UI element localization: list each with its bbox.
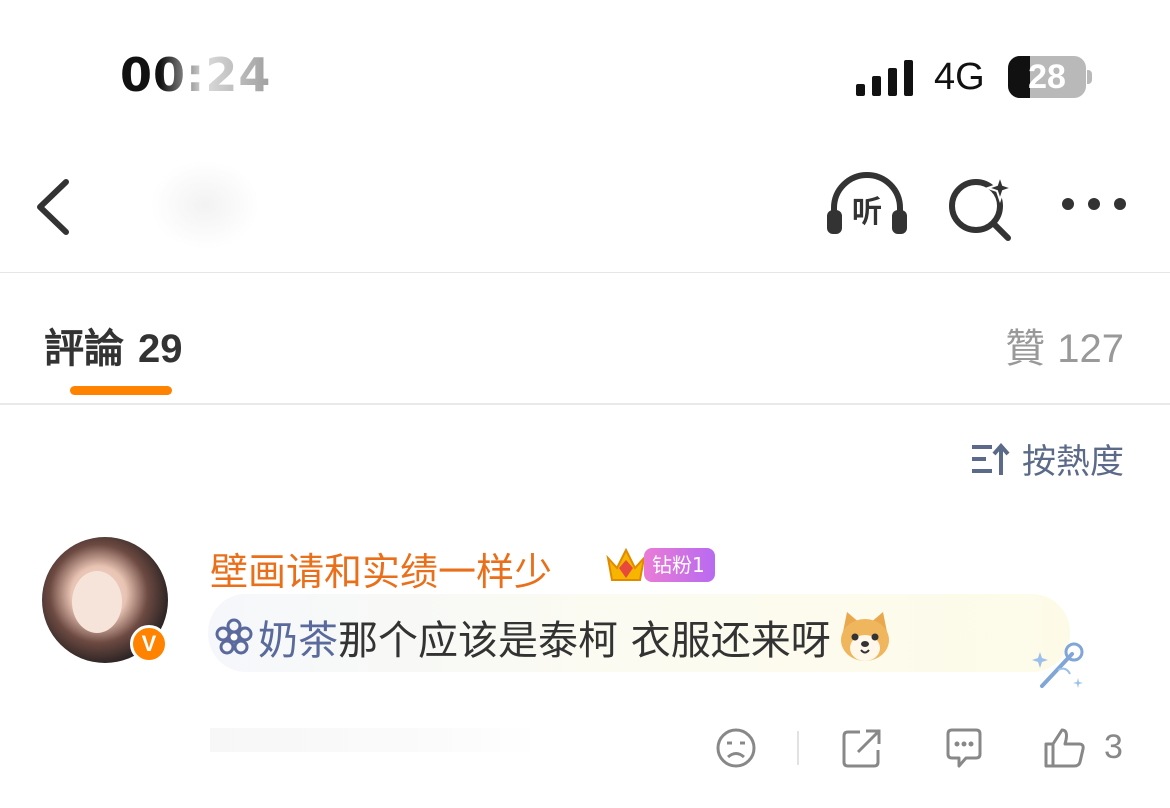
sort-icon [972, 442, 1010, 475]
tab-comments-count: 29 [138, 327, 183, 371]
battery-level: 28 [1028, 58, 1066, 96]
active-tab-indicator [70, 386, 172, 395]
like-count: 3 [1104, 728, 1123, 766]
ai-search-icon[interactable] [946, 172, 1018, 242]
tab-comments[interactable]: 評論 29 [44, 316, 183, 374]
headphones-icon: 听 [827, 172, 907, 234]
listen-button[interactable]: 听 [824, 172, 910, 242]
tab-likes-label: 贊 [1005, 326, 1046, 372]
cellular-signal-icon [856, 60, 913, 96]
magic-wand-icon [1032, 642, 1084, 688]
crown-icon [606, 547, 646, 581]
sort-label: 按熱度 [1022, 442, 1124, 482]
divider [0, 403, 1170, 405]
listen-label: 听 [852, 195, 882, 230]
dislike-face-icon[interactable] [714, 726, 758, 770]
back-arrow-icon[interactable] [30, 176, 78, 238]
comment-text: 那个应该是泰柯 衣服还来呀 [338, 618, 831, 664]
tab-likes[interactable]: 贊 127 [1005, 316, 1124, 374]
blurred-title [150, 160, 260, 250]
mention-link[interactable]: 奶茶 [258, 608, 338, 666]
battery-icon: 28 [1008, 56, 1086, 98]
comment-icon[interactable] [942, 726, 986, 770]
sort-button[interactable]: 按熱度 [970, 434, 1124, 483]
dog-emoji-icon [840, 612, 889, 661]
network-type: 4G [934, 56, 985, 98]
comment-username[interactable]: 壁画请和实绩一样少 [210, 541, 552, 596]
thumbs-up-icon[interactable] [1042, 726, 1088, 770]
divider [0, 272, 1170, 273]
share-icon[interactable] [840, 726, 884, 770]
topic-flower-icon [215, 618, 253, 655]
blur-overlay [210, 728, 540, 752]
verified-badge: V [130, 625, 168, 663]
action-separator [797, 731, 799, 765]
comment-content: 奶茶 那个应该是泰柯 衣服还来呀 [214, 608, 893, 666]
fan-level-badge: 钻粉1 [644, 548, 715, 582]
tab-likes-count: 127 [1057, 327, 1124, 371]
more-icon[interactable] [1058, 194, 1130, 214]
blur-overlay [160, 52, 270, 102]
tab-comments-label: 評論 [44, 326, 124, 372]
